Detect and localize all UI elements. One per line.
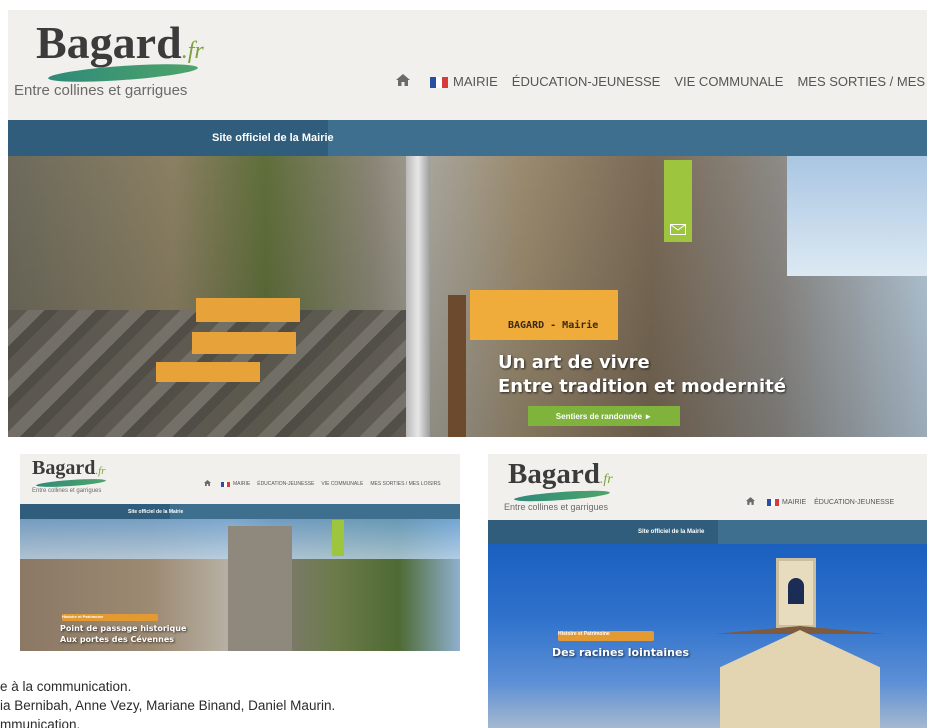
hero3-headline: Des racines lointaines: [552, 646, 689, 659]
second-homepage-screenshot: Bagard.fr Entre collines et garrigues MA…: [20, 454, 460, 651]
caption-line-3: mmunication.: [0, 717, 81, 728]
official-banner-2: Site officiel de la Mairie: [20, 504, 460, 519]
hero2-headline-line1: Point de passage historique: [60, 624, 187, 633]
mairie-sign-label: BAGARD - Mairie: [508, 320, 599, 331]
logo-text: Bagard: [32, 457, 96, 479]
home-icon[interactable]: [204, 480, 211, 488]
nav-item-vie-communale[interactable]: VIE COMMUNALE: [321, 481, 363, 487]
french-flag-icon: [221, 481, 230, 487]
logo-text: Bagard: [36, 17, 182, 68]
heritage-ribbon-3: Histoire et Patrimoine: [558, 631, 654, 641]
nav-item-education-jeunesse[interactable]: ÉDUCATION-JEUNESSE: [814, 499, 894, 506]
site-logo[interactable]: Bagard.fr: [36, 16, 204, 69]
direction-sign-3: [156, 362, 260, 382]
site-tagline: Entre collines et garrigues: [504, 502, 609, 512]
logo-suffix: .fr: [181, 38, 204, 64]
home-icon[interactable]: [396, 74, 410, 89]
wooden-post: [448, 295, 466, 437]
hero-headline-line2: Entre tradition et modernité: [498, 376, 786, 397]
mairie-sign: BAGARD - Mairie: [470, 290, 618, 340]
hero-sky: [787, 156, 927, 276]
caption-line-1: e à la communication.: [0, 679, 132, 694]
caption-line-2: ia Bernibah, Anne Vezy, Mariane Binand, …: [0, 698, 336, 713]
official-banner: Site officiel de la Mairie: [8, 120, 927, 156]
metal-pole: [406, 156, 430, 437]
hero2-headline-line2: Aux portes des Cévennes: [60, 635, 175, 644]
french-flag-icon: [767, 498, 779, 506]
home-icon[interactable]: [746, 497, 755, 507]
logo-suffix: .fr: [95, 465, 106, 477]
hero-headline-line1: Un art de vivre: [498, 352, 650, 373]
main-nav-3: MAIRIE ÉDUCATION-JEUNESSE: [746, 497, 902, 507]
contact-tab-2[interactable]: [332, 520, 344, 556]
nav-item-education-jeunesse[interactable]: ÉDUCATION-JEUNESSE: [257, 481, 314, 487]
bell-arch: [788, 578, 804, 604]
contact-tab[interactable]: [664, 160, 692, 242]
site-header-3: Bagard.fr Entre collines et garrigues MA…: [488, 454, 927, 520]
site-tagline: Entre collines et garrigues: [14, 82, 188, 99]
main-nav: MAIRIE ÉDUCATION-JEUNESSE VIE COMMUNALE …: [396, 74, 927, 89]
nav-item-mairie[interactable]: MAIRIE: [233, 481, 250, 487]
banner-text: Site officiel de la Mairie: [212, 132, 334, 144]
site-logo-3[interactable]: Bagard.fr: [508, 458, 613, 491]
banner-text: Site officiel de la Mairie: [128, 509, 184, 515]
nav-item-mairie[interactable]: MAIRIE: [782, 499, 806, 506]
third-homepage-screenshot: Bagard.fr Entre collines et garrigues MA…: [488, 454, 927, 728]
nav-item-mes-sorties[interactable]: MES SORTIES / MES LOISIRS: [797, 74, 927, 89]
french-flag-icon: [430, 76, 448, 88]
site-tagline: Entre collines et garrigues: [32, 488, 102, 494]
logo-suffix: .fr: [599, 472, 613, 487]
logo-text: Bagard: [508, 458, 600, 490]
site-logo-2[interactable]: Bagard.fr: [32, 457, 105, 480]
direction-sign-2: [192, 332, 296, 354]
official-banner-3: Site officiel de la Mairie: [488, 520, 927, 544]
stone-tower: [228, 526, 292, 651]
main-nav-2: MAIRIE ÉDUCATION-JEUNESSE VIE COMMUNALE …: [204, 480, 448, 488]
hiking-trails-button[interactable]: Sentiers de randonnée ►: [528, 406, 680, 426]
site-header: Bagard.fr Entre collines et garrigues MA…: [8, 10, 927, 120]
main-homepage-screenshot: Bagard.fr Entre collines et garrigues MA…: [8, 10, 927, 437]
nav-item-mairie[interactable]: MAIRIE: [453, 74, 498, 89]
banner-text: Site officiel de la Mairie: [638, 529, 705, 535]
nav-item-vie-communale[interactable]: VIE COMMUNALE: [674, 74, 783, 89]
envelope-icon: [670, 224, 686, 235]
nav-item-education-jeunesse[interactable]: ÉDUCATION-JEUNESSE: [512, 74, 661, 89]
heritage-ribbon: Histoire et Patrimoine: [62, 614, 158, 621]
direction-sign-1: [196, 298, 300, 322]
site-header-2: Bagard.fr Entre collines et garrigues MA…: [20, 454, 460, 504]
nav-item-mes-sorties[interactable]: MES SORTIES / MES LOISIRS: [370, 481, 440, 487]
